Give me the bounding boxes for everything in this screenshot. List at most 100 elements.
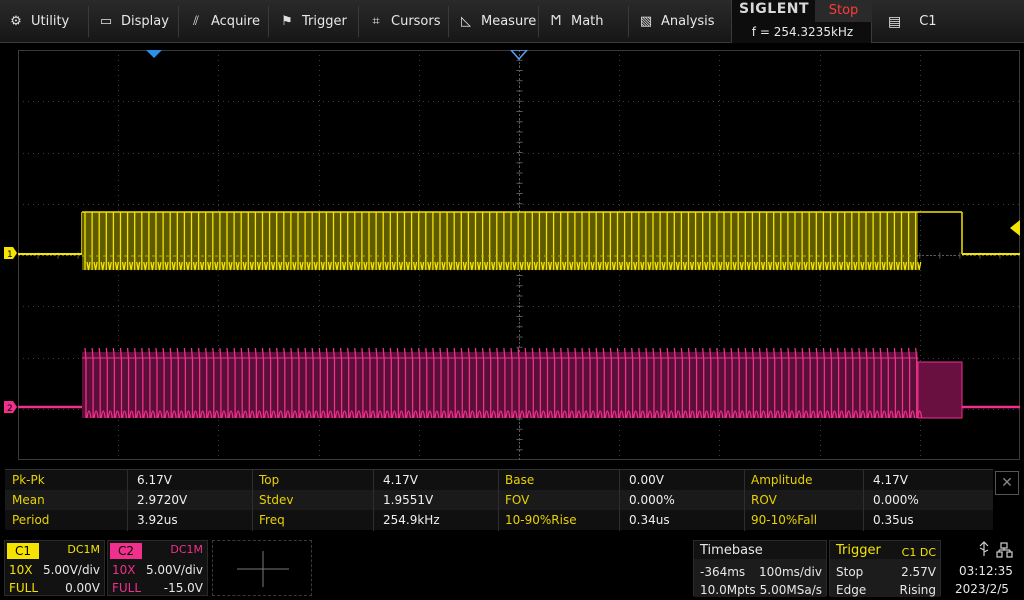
- flag-icon: ⚑: [281, 14, 293, 29]
- menu-cursors-label: Cursors: [391, 14, 441, 29]
- math-icon: Ϻ: [550, 14, 562, 29]
- menu-divider: [538, 6, 539, 37]
- crosshair-icon: [237, 551, 289, 587]
- analysis-icon: ▧: [639, 14, 653, 29]
- measure-value: 6.17V: [137, 473, 172, 487]
- channel-select-label: C1: [919, 14, 937, 29]
- timebase-scale: 100ms/div: [759, 565, 822, 579]
- measure-label: Freq: [259, 513, 285, 527]
- menu-acquire[interactable]: ⫽ Acquire: [188, 0, 260, 43]
- measure-divider: [252, 470, 253, 531]
- trigger-state: Stop: [836, 565, 864, 579]
- usb-icon: [979, 541, 989, 556]
- ch2-waveform: [18, 347, 1020, 419]
- measure-label: Amplitude: [751, 473, 813, 487]
- menu-cursors[interactable]: ⌗ Cursors: [368, 0, 441, 43]
- menu-trigger[interactable]: ⚑ Trigger: [279, 0, 347, 43]
- menu-bar: ⚙ Utility ▭ Display ⫽ Acquire ⚑ Trigger …: [0, 0, 1024, 43]
- measure-icon: ◺: [461, 14, 471, 29]
- measure-label: Stdev: [259, 493, 294, 507]
- ch2-bandwidth: FULL: [112, 581, 142, 595]
- ch2-burst-fill: [82, 352, 918, 418]
- measure-value: 0.35us: [873, 513, 914, 527]
- menu-analysis[interactable]: ▧ Analysis: [638, 0, 715, 43]
- ch1-coupling: DC1M: [67, 543, 100, 556]
- brand-panel: SIGLENT Stop f = 254.3235kHz: [731, 0, 872, 43]
- clock-date: 2023/2/5: [955, 582, 1009, 596]
- close-icon[interactable]: ✕: [995, 471, 1019, 495]
- trigger-box[interactable]: Trigger C1 DC Stop 2.57V Edge Rising: [829, 540, 941, 597]
- list-icon: ▤: [888, 13, 902, 30]
- ch1-burst-fill: [82, 212, 918, 270]
- clock-time: 03:12:35: [959, 564, 1013, 578]
- ch2-tag: C2: [110, 543, 142, 559]
- measure-label: Period: [12, 513, 50, 527]
- menu-math[interactable]: Ϻ Math: [548, 0, 604, 43]
- trigger-slope: Rising: [899, 583, 936, 597]
- measure-divider: [127, 470, 128, 531]
- tray-icons: [979, 541, 1013, 558]
- measure-divider: [619, 470, 620, 531]
- menu-divider: [628, 6, 629, 37]
- network-icon: [996, 542, 1013, 558]
- measure-value: 2.9720V: [137, 493, 188, 507]
- menu-divider: [268, 6, 269, 37]
- trigger-level-marker[interactable]: [1010, 220, 1020, 236]
- menu-trigger-label: Trigger: [302, 14, 347, 29]
- ch2-block: [917, 361, 963, 419]
- status-bar: C1 DC1M 10X 5.00V/div FULL 0.00V C2 DC1M…: [0, 537, 1024, 600]
- measure-label: ROV: [751, 493, 777, 507]
- brand-logo: SIGLENT: [739, 1, 810, 17]
- ch1-probe: 10X: [9, 563, 33, 577]
- menu-divider: [448, 6, 449, 37]
- measure-label: Base: [505, 473, 535, 487]
- measure-value: 0.000%: [873, 493, 919, 507]
- ch1-tag: C1: [7, 543, 39, 559]
- ch1-info-box[interactable]: C1 DC1M 10X 5.00V/div FULL 0.00V: [4, 540, 105, 596]
- measure-divider: [863, 470, 864, 531]
- trigger-position-marker[interactable]: [146, 50, 162, 58]
- menu-acquire-label: Acquire: [211, 14, 260, 29]
- menu-divider: [178, 6, 179, 37]
- waveform-display[interactable]: [18, 50, 1020, 460]
- trigger-level: 2.57V: [901, 565, 936, 579]
- ch1-bandwidth: FULL: [9, 581, 39, 595]
- run-state-button[interactable]: Stop: [815, 0, 872, 22]
- measure-label: Mean: [12, 493, 45, 507]
- measure-value: 4.17V: [383, 473, 418, 487]
- measure-row: Period 3.92us Freq 254.9kHz 10-90%Rise 0…: [5, 510, 993, 530]
- timebase-title: Timebase: [700, 543, 763, 558]
- measure-value: 1.9551V: [383, 493, 434, 507]
- measure-value: 0.34us: [629, 513, 670, 527]
- measure-row: Pk-Pk 6.17V Top 4.17V Base 0.00V Amplitu…: [5, 470, 993, 490]
- menu-measure[interactable]: ◺ Measure: [458, 0, 536, 43]
- measure-row: Mean 2.9720V Stdev 1.9551V FOV 0.000% RO…: [5, 490, 993, 510]
- menu-display-label: Display: [121, 14, 169, 29]
- timebase-sample-rate: 5.00MSa/s: [759, 583, 822, 597]
- channel-offset-strip: 1 2: [0, 50, 18, 460]
- measure-value: 3.92us: [137, 513, 178, 527]
- monitor-icon: ▭: [99, 14, 113, 29]
- ch2-coupling: DC1M: [170, 543, 203, 556]
- menu-math-label: Math: [571, 14, 604, 29]
- ch2-info-box[interactable]: C2 DC1M 10X 5.00V/div FULL -15.0V: [107, 540, 208, 596]
- ch1-waveform: [18, 211, 1020, 271]
- measure-label: 90-10%Fall: [751, 513, 818, 527]
- menu-divider: [358, 6, 359, 37]
- measurement-table: Pk-Pk 6.17V Top 4.17V Base 0.00V Amplitu…: [5, 469, 993, 531]
- crosshair-icon: ⌗: [372, 14, 380, 29]
- menu-display[interactable]: ▭ Display: [98, 0, 169, 43]
- measure-value: 4.17V: [873, 473, 908, 487]
- timebase-memory: 10.0Mpts: [700, 583, 756, 597]
- trigger-source: C1 DC: [901, 546, 936, 559]
- menu-utility[interactable]: ⚙ Utility: [8, 0, 69, 43]
- measure-value: 0.000%: [629, 493, 675, 507]
- channel-select[interactable]: ▤ C1: [888, 0, 937, 43]
- add-channel-slot[interactable]: [212, 540, 312, 596]
- menu-analysis-label: Analysis: [661, 14, 715, 29]
- ch1-scale: 5.00V/div: [42, 563, 100, 577]
- menu-divider: [88, 6, 89, 37]
- timebase-box[interactable]: Timebase -364ms 100ms/div 10.0Mpts 5.00M…: [693, 540, 827, 597]
- measure-label: FOV: [505, 493, 530, 507]
- measure-value: 254.9kHz: [383, 513, 440, 527]
